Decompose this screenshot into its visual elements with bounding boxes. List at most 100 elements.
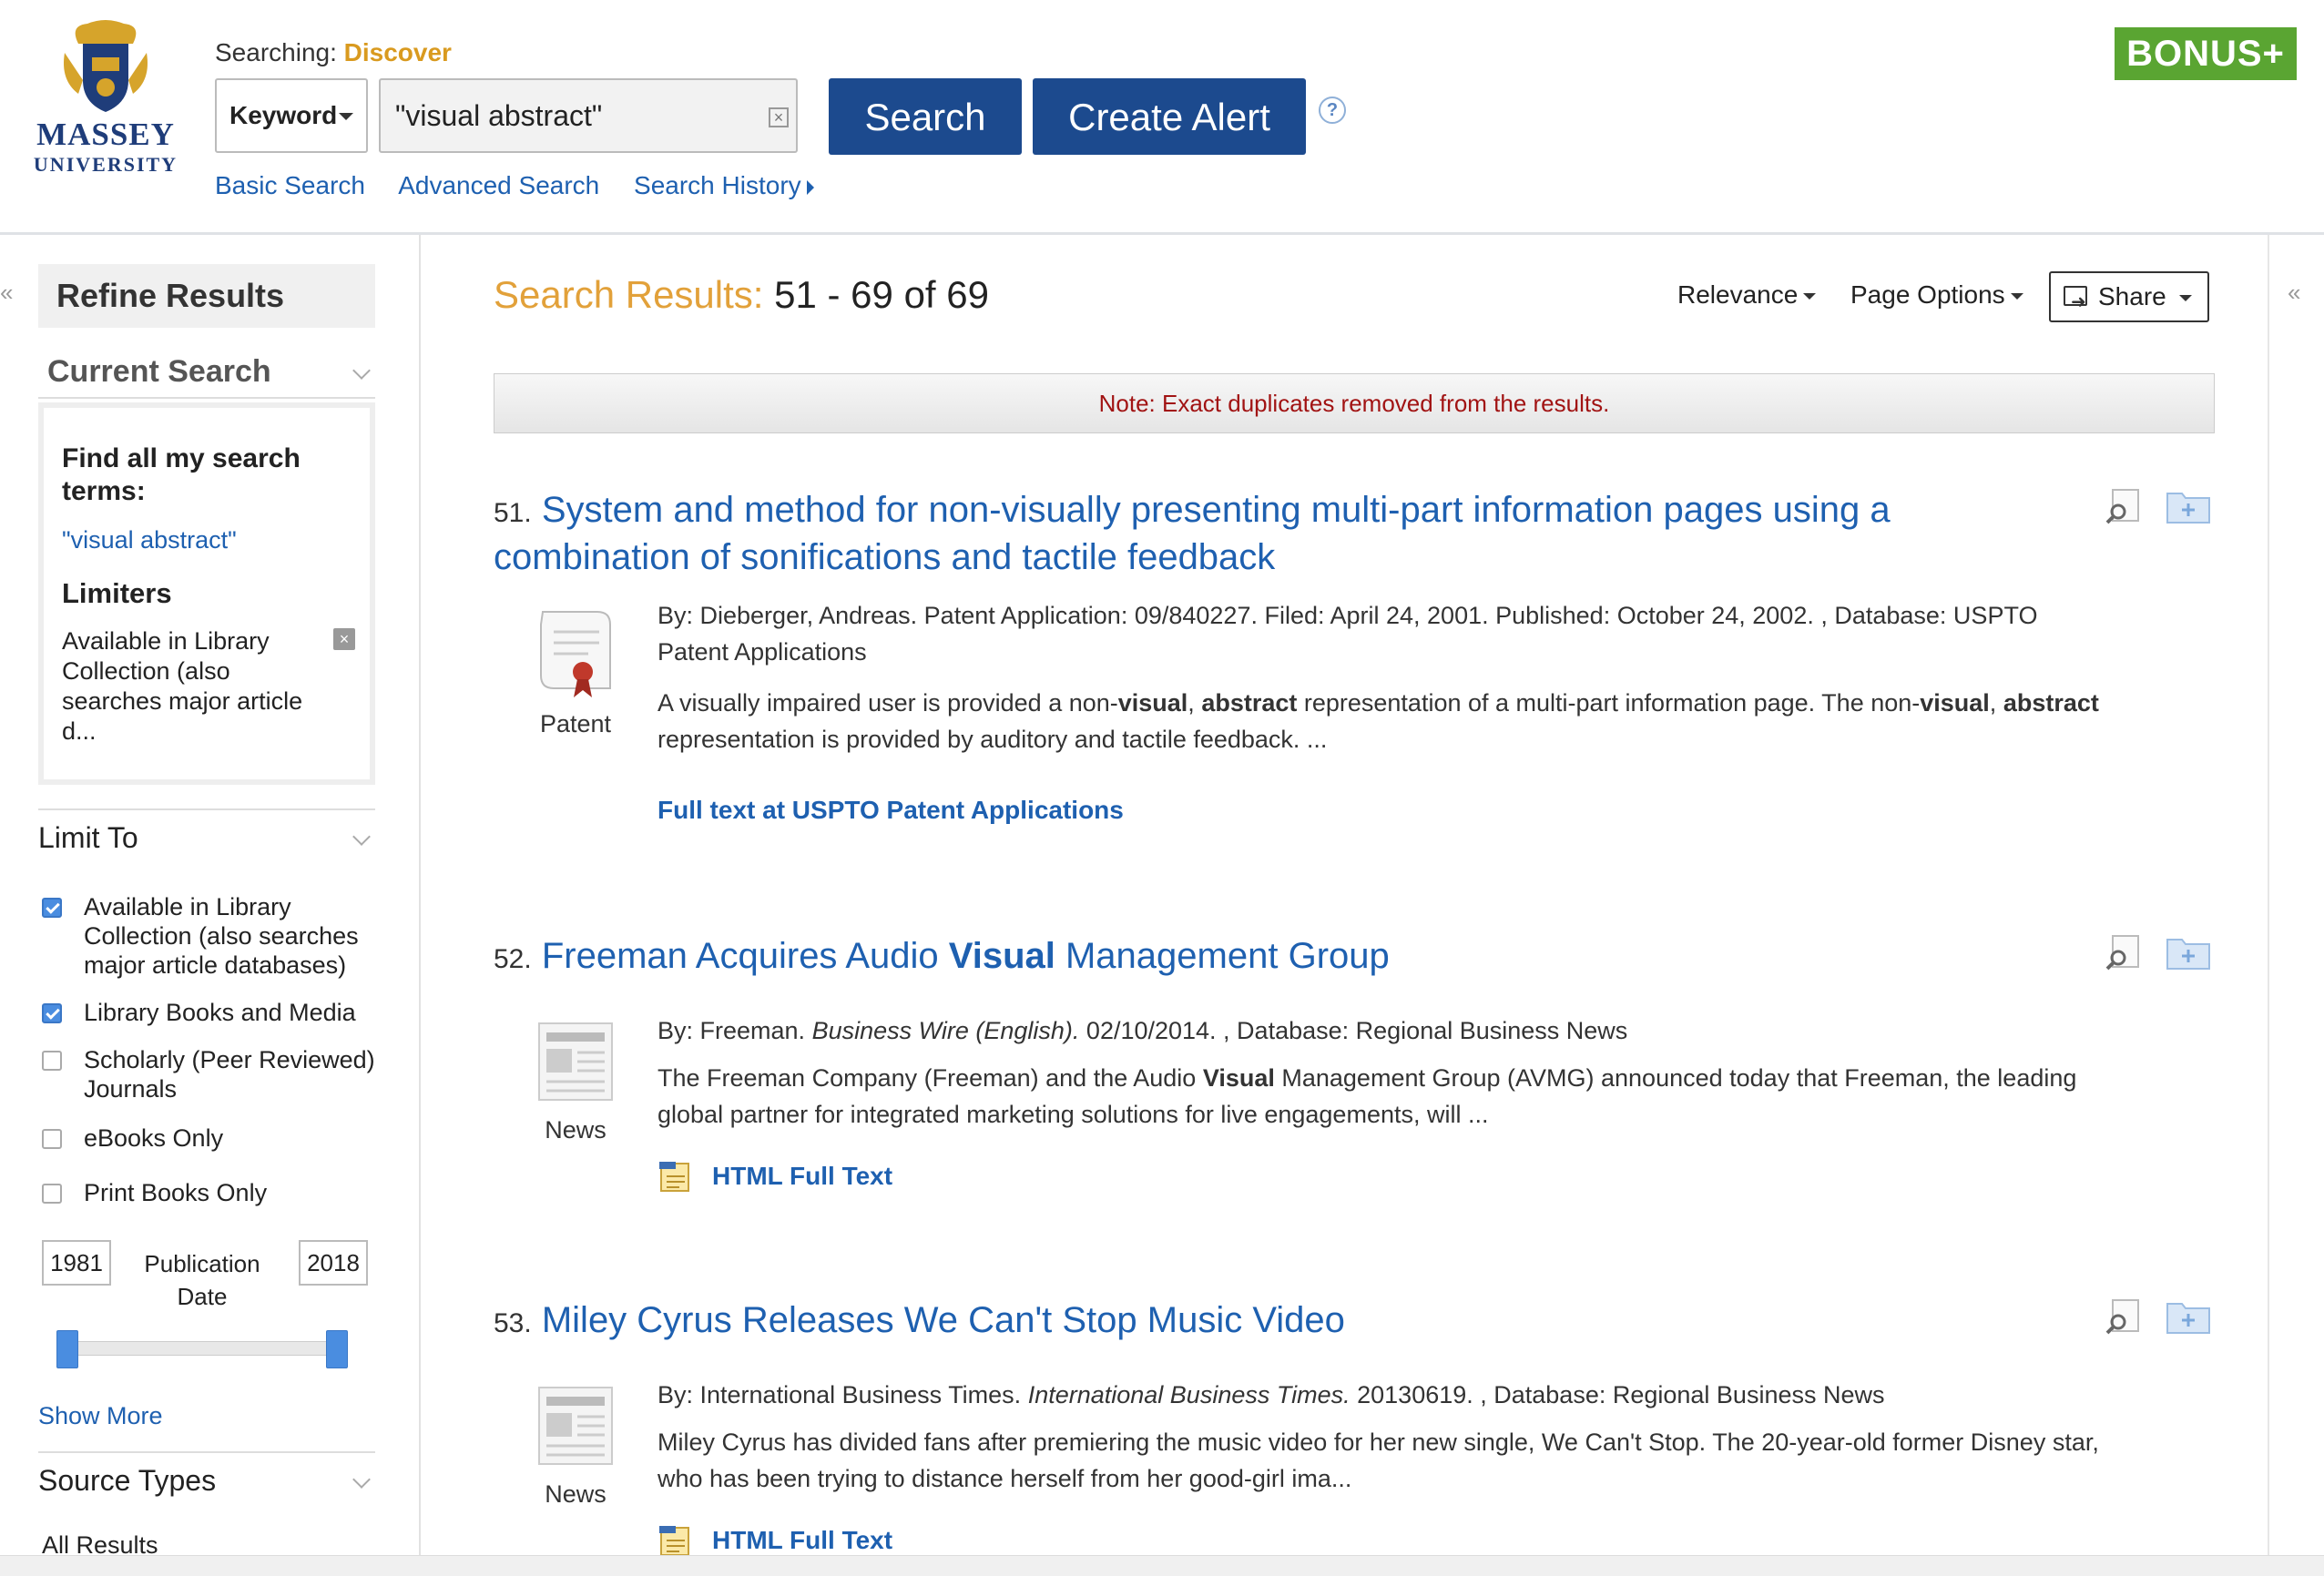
result-title-link[interactable]: Miley Cyrus Releases We Can't Stop Music… — [542, 1300, 1345, 1340]
add-folder-icon[interactable] — [2166, 1298, 2211, 1335]
abstract-highlight: Visual — [1202, 1064, 1275, 1092]
year-to-input[interactable]: 2018 — [299, 1240, 368, 1286]
basic-search-link[interactable]: Basic Search — [215, 171, 365, 199]
abstract-text: representation is provided by auditory a… — [657, 726, 1328, 753]
preview-icon[interactable] — [2104, 488, 2144, 524]
searching-database[interactable]: Discover — [344, 38, 452, 66]
date-slider-handle-start[interactable] — [56, 1330, 78, 1368]
html-fulltext-icon — [659, 1526, 689, 1556]
publication-date-label: Publication Date — [144, 1250, 260, 1310]
result-meta: By: Freeman. Business Wire (English). 02… — [657, 1012, 2115, 1049]
meta-source: Business Wire (English). — [811, 1017, 1080, 1044]
collapse-right-icon[interactable]: « — [2288, 279, 2300, 307]
html-full-text-link[interactable]: HTML Full Text — [712, 1162, 892, 1191]
help-icon[interactable]: ? — [1319, 97, 1346, 124]
share-label: Share — [2098, 282, 2166, 310]
chevron-down-icon — [352, 1470, 371, 1489]
result-title-link[interactable]: System and method for non-visually prese… — [494, 490, 1891, 577]
results-range: 51 - 69 of 69 — [774, 273, 989, 316]
meta-text: By: Freeman. — [657, 1017, 812, 1044]
result-abstract: A visually impaired user is provided a n… — [657, 685, 2115, 757]
abstract-highlight: abstract — [1201, 689, 1298, 717]
right-gutter: « — [2268, 235, 2324, 1575]
logo-subname: UNIVERSITY — [33, 153, 178, 176]
checkbox[interactable] — [42, 898, 62, 918]
limit-to-header[interactable]: Limit To — [38, 808, 375, 863]
advanced-search-link[interactable]: Advanced Search — [398, 171, 599, 199]
current-search-header[interactable]: Current Search — [38, 344, 375, 399]
chevron-right-icon — [806, 179, 814, 195]
search-term-link[interactable]: "visual abstract" — [62, 526, 237, 554]
search-history-label: Search History — [634, 171, 801, 199]
create-alert-button[interactable]: Create Alert — [1033, 78, 1306, 155]
meta-source: International Business Times. — [1027, 1381, 1351, 1408]
checkbox-label: eBooks Only — [84, 1124, 224, 1152]
title-highlight: Visual — [948, 936, 1055, 976]
source-types-label: Source Types — [38, 1464, 217, 1497]
html-fulltext-icon — [659, 1162, 689, 1192]
checkbox-label: Print Books Only — [84, 1179, 268, 1206]
search-input[interactable] — [393, 89, 743, 142]
limiter-text: Available in Library Collection (also se… — [62, 627, 303, 745]
chevron-down-icon — [352, 361, 371, 380]
search-history-link[interactable]: Search History — [634, 171, 814, 199]
limit-to-label: Limit To — [38, 821, 138, 854]
share-button[interactable]: Share — [2049, 271, 2209, 326]
result-abstract: Miley Cyrus has divided fans after premi… — [657, 1429, 2099, 1492]
result-title: 52. Freeman Acquires Audio Visual Manage… — [494, 934, 1987, 981]
clear-icon[interactable]: × — [769, 107, 789, 127]
abstract-text: The Freeman Company (Freeman) and the Au… — [657, 1064, 1203, 1092]
search-button[interactable]: Search — [829, 78, 1022, 155]
result-type-label: Patent — [539, 710, 612, 737]
search-box: × — [379, 78, 798, 153]
result-meta: By: International Business Times. Intern… — [657, 1377, 2115, 1413]
find-all-label: Find all my search terms: — [62, 443, 301, 506]
date-slider-track[interactable] — [66, 1341, 341, 1356]
preview-icon[interactable] — [2104, 1298, 2144, 1335]
news-icon — [538, 1387, 613, 1465]
checkbox[interactable] — [42, 1051, 62, 1071]
preview-icon[interactable] — [2104, 934, 2144, 971]
title-text: Freeman Acquires Audio — [541, 936, 949, 976]
duplicates-note: Note: Exact duplicates removed from the … — [494, 373, 2215, 433]
page-options-label: Page Options — [1850, 280, 2005, 309]
checkbox[interactable] — [42, 1184, 62, 1204]
footer-strip — [0, 1555, 2324, 1576]
result-number: 52. — [494, 944, 532, 974]
html-full-text-link[interactable]: HTML Full Text — [712, 1526, 892, 1555]
collapse-left-icon[interactable]: « — [0, 279, 13, 307]
search-field-value: Keyword — [229, 101, 338, 129]
search-field-select[interactable]: Keyword — [215, 78, 368, 153]
result-meta: By: Dieberger, Andreas. Patent Applicati… — [657, 602, 2038, 666]
current-search-label: Current Search — [47, 354, 271, 389]
full-text-link[interactable]: Full text at USPTO Patent Applications — [657, 796, 1124, 825]
chevron-down-icon — [2178, 295, 2192, 302]
sidebar: « Refine Results Current Search Find all… — [0, 235, 421, 1575]
checkbox-label: Available in Library Collection (also se… — [84, 893, 359, 979]
bonus-badge[interactable]: BONUS+ — [2115, 27, 2297, 80]
checkbox[interactable] — [42, 1129, 62, 1149]
refine-results-title: Refine Results — [38, 264, 375, 328]
add-folder-icon[interactable] — [2166, 934, 2211, 971]
checkbox-label: Library Books and Media — [84, 999, 356, 1026]
page-options-menu[interactable]: Page Options — [1850, 280, 2023, 310]
results-heading: Search Results: 51 - 69 of 69 — [494, 273, 989, 317]
patent-icon — [540, 611, 611, 697]
result-abstract: The Freeman Company (Freeman) and the Au… — [657, 1060, 2115, 1133]
result-title: 53. Miley Cyrus Releases We Can't Stop M… — [494, 1298, 1987, 1346]
date-slider-handle-end[interactable] — [326, 1330, 348, 1368]
abstract-text: representation of a multi-part informati… — [1297, 689, 1921, 717]
remove-limiter-icon[interactable]: × — [333, 628, 355, 650]
show-more-link[interactable]: Show More — [38, 1402, 163, 1430]
result-number: 53. — [494, 1308, 532, 1338]
chevron-down-icon — [339, 113, 353, 120]
source-types-header[interactable]: Source Types — [38, 1451, 375, 1506]
checkbox[interactable] — [42, 1003, 62, 1023]
search-links: Basic Search Advanced Search Search Hist… — [215, 171, 841, 200]
title-text: Management Group — [1055, 936, 1390, 976]
year-from-input[interactable]: 1981 — [42, 1240, 111, 1286]
massey-university-logo[interactable]: MASSEY UNIVERSITY — [33, 16, 178, 180]
result-title-link[interactable]: Freeman Acquires Audio Visual Management… — [542, 936, 1390, 976]
sort-relevance-menu[interactable]: Relevance — [1677, 280, 1817, 310]
add-folder-icon[interactable] — [2166, 488, 2211, 524]
